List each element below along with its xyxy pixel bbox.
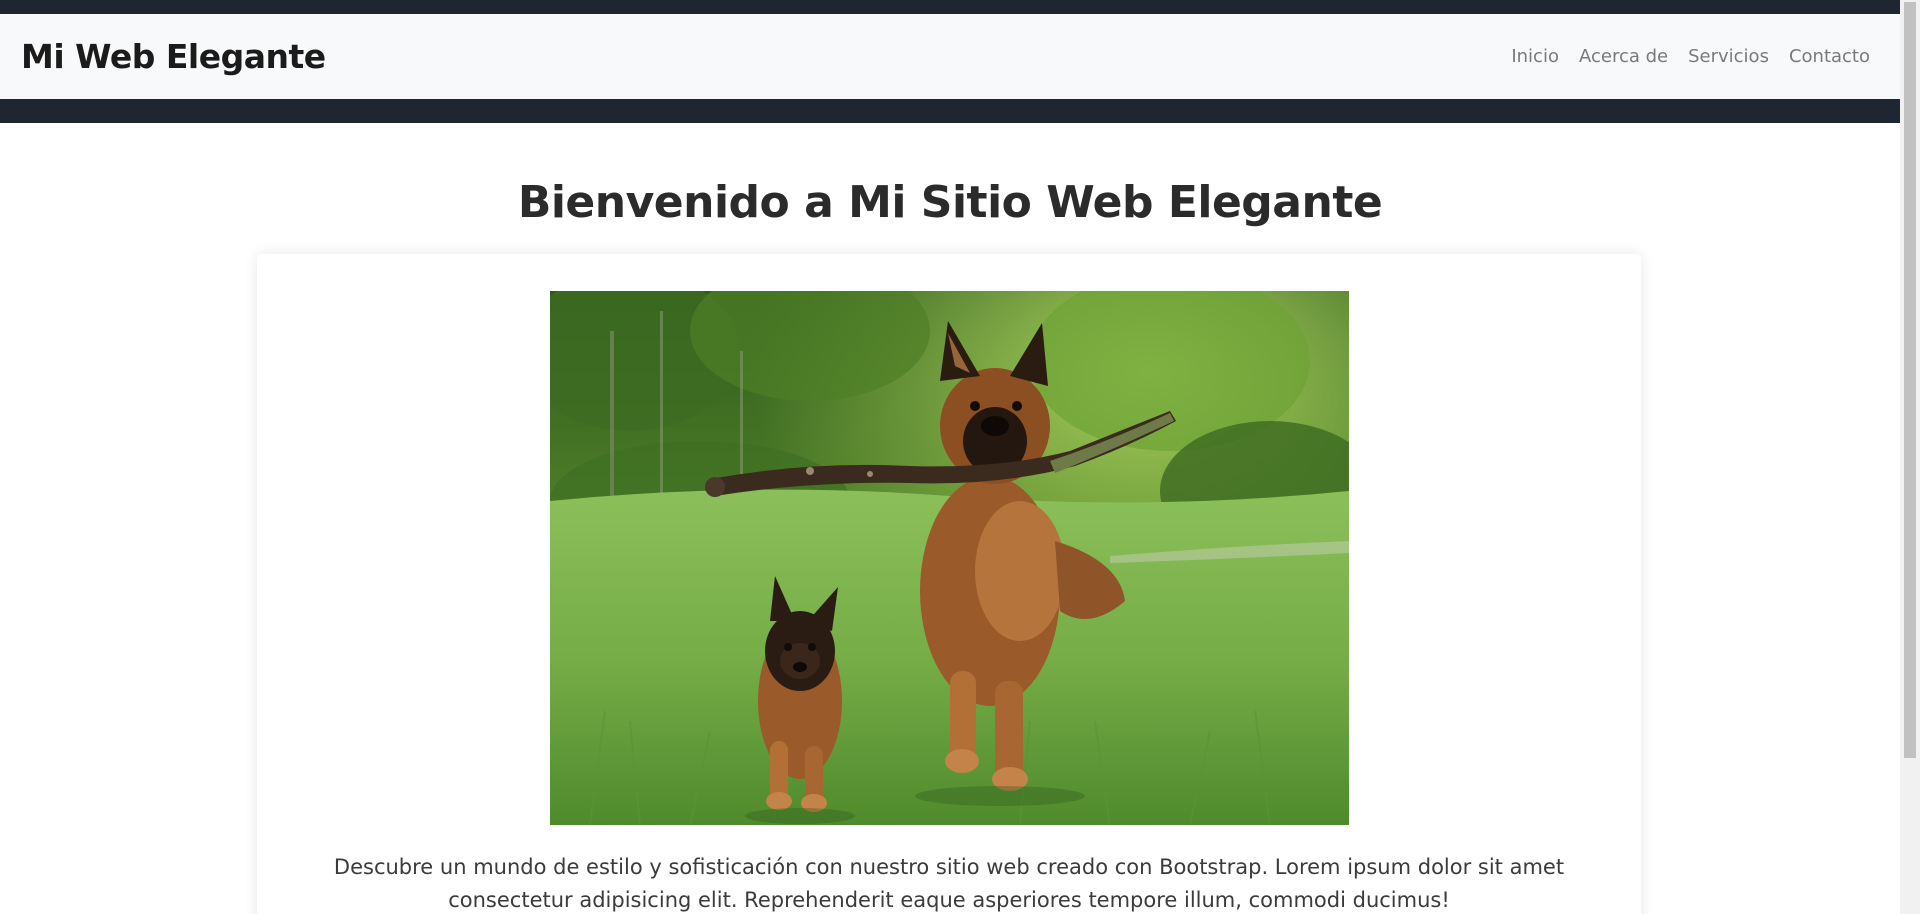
content-card: Descubre un mundo de estilo y sofisticac… — [257, 254, 1641, 914]
nav-link-servicios[interactable]: Servicios — [1688, 46, 1769, 67]
header-bottom-strip — [0, 99, 1900, 123]
card-description: Descubre un mundo de estilo y sofisticac… — [333, 855, 1565, 912]
header-top-strip — [0, 0, 1900, 14]
dogs-photo-illustration — [550, 291, 1349, 825]
nav-links: Inicio Acerca de Servicios Contacto — [1511, 46, 1870, 67]
vertical-scrollbar[interactable] — [1900, 0, 1920, 914]
brand-link[interactable]: Mi Web Elegante — [21, 37, 326, 76]
nav-link-contacto[interactable]: Contacto — [1789, 46, 1870, 67]
nav-link-acerca-de[interactable]: Acerca de — [1579, 46, 1668, 67]
navbar: Mi Web Elegante Inicio Acerca de Servici… — [0, 14, 1900, 99]
scrollbar-thumb[interactable] — [1904, 2, 1916, 758]
page-title: Bienvenido a Mi Sitio Web Elegante — [517, 177, 1383, 228]
hero-image — [550, 291, 1349, 825]
page: Mi Web Elegante Inicio Acerca de Servici… — [0, 0, 1900, 914]
nav-link-inicio[interactable]: Inicio — [1511, 46, 1559, 67]
browser-viewport: Mi Web Elegante Inicio Acerca de Servici… — [0, 0, 1920, 914]
